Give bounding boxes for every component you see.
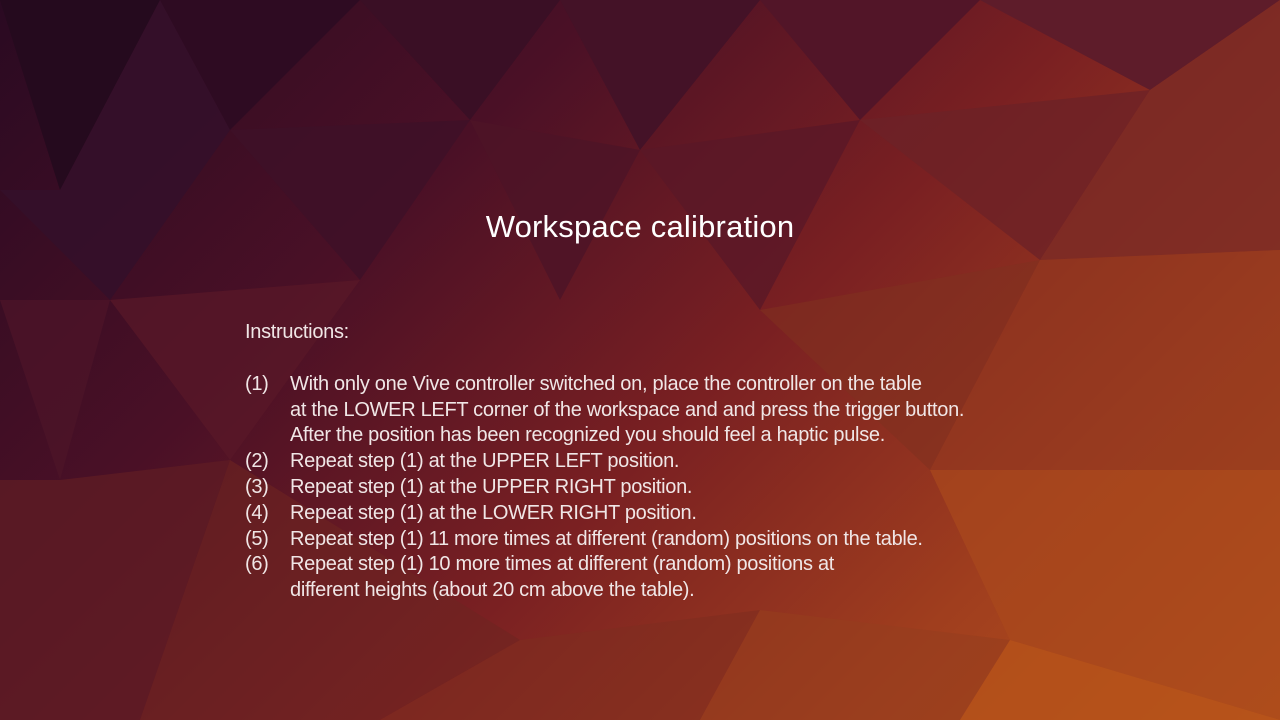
step-number: (4) xyxy=(245,501,269,524)
instructions-heading: Instructions: xyxy=(245,321,349,343)
step-number: (2) xyxy=(245,450,269,473)
step-text-line: Repeat step (1) at the UPPER RIGHT posit… xyxy=(290,475,693,498)
step-number: (5) xyxy=(245,527,269,550)
instruction-step-2: (2) Repeat step (1) at the UPPER LEFT po… xyxy=(245,449,1145,475)
step-text: Repeat step (1) 10 more times at differe… xyxy=(290,552,834,604)
step-text: Repeat step (1) at the UPPER RIGHT posit… xyxy=(290,475,692,501)
step-number: (3) xyxy=(245,475,269,498)
page-title: Workspace calibration xyxy=(485,209,795,244)
calibration-screen: Workspace calibration Instructions: (1) … xyxy=(0,0,1280,720)
step-text-line: Repeat step (1) 11 more times at differe… xyxy=(290,527,923,550)
step-text-line: With only one Vive controller switched o… xyxy=(290,372,922,395)
instruction-step-4: (4) Repeat step (1) at the LOWER RIGHT p… xyxy=(245,501,1145,527)
step-text: Repeat step (1) 11 more times at differe… xyxy=(290,527,923,553)
step-text-line: Repeat step (1) at the LOWER RIGHT posit… xyxy=(290,501,697,524)
instruction-step-6: (6) Repeat step (1) 10 more times at dif… xyxy=(245,552,1145,604)
step-text-line: After the position has been recognized y… xyxy=(290,424,885,447)
step-text: Repeat step (1) at the LOWER RIGHT posit… xyxy=(290,501,697,527)
step-text-line: Repeat step (1) 10 more times at differe… xyxy=(290,553,835,576)
step-number: (6) xyxy=(245,553,269,576)
step-text-line: different heights (about 20 cm above the… xyxy=(290,579,695,602)
instruction-step-1: (1) With only one Vive controller switch… xyxy=(245,372,1145,449)
instruction-step-3: (3) Repeat step (1) at the UPPER RIGHT p… xyxy=(245,475,1145,501)
step-text: With only one Vive controller switched o… xyxy=(290,372,964,449)
step-text: Repeat step (1) at the UPPER LEFT positi… xyxy=(290,449,679,475)
step-text-line: at the LOWER LEFT corner of the workspac… xyxy=(290,398,965,421)
instruction-step-5: (5) Repeat step (1) 11 more times at dif… xyxy=(245,527,1145,553)
instructions-block: Instructions: (1) With only one Vive con… xyxy=(245,320,1145,604)
step-number: (1) xyxy=(245,372,269,395)
step-text-line: Repeat step (1) at the UPPER LEFT positi… xyxy=(290,450,680,473)
